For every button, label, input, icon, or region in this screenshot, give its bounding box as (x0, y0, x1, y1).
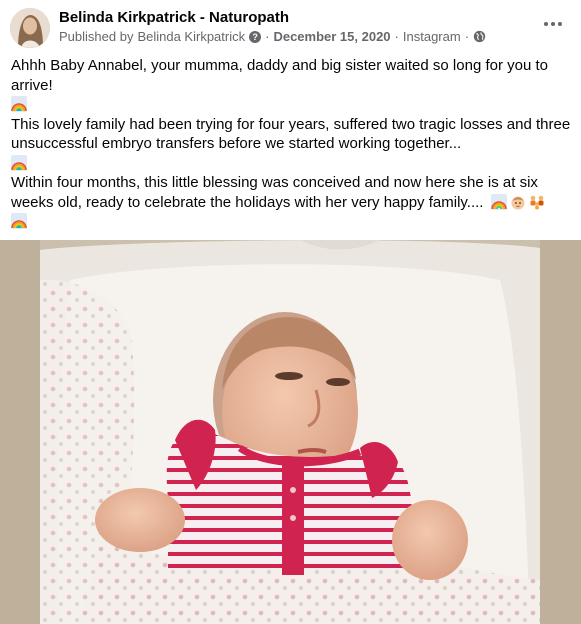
baby-icon (511, 196, 525, 209)
meta-separator: · (265, 29, 270, 44)
published-prefix: Published by (59, 29, 134, 44)
baby-photo-illustration (0, 240, 581, 624)
post-paragraph-2: This lovely family had been trying for f… (11, 115, 571, 153)
post-source: Instagram (402, 29, 461, 44)
post-photo[interactable] (0, 240, 581, 624)
rainbow-icon (11, 96, 27, 112)
more-icon (544, 22, 548, 26)
post-meta: Published by Belinda Kirkpatrick ? · Dec… (59, 29, 486, 44)
meta-separator: · (394, 29, 399, 44)
question-icon[interactable]: ? (249, 30, 262, 43)
avatar[interactable] (10, 8, 50, 48)
author-name[interactable]: Belinda Kirkpatrick - Naturopath (59, 9, 289, 26)
post-header: Belinda Kirkpatrick - Naturopath Publish… (0, 0, 581, 52)
meta-separator: · (464, 29, 470, 44)
rainbow-icon (490, 193, 507, 210)
family-icon (530, 195, 544, 209)
post-body: Ahhh Baby Annabel, your mumma, daddy and… (11, 56, 571, 232)
publisher-link[interactable]: Belinda Kirkpatrick (137, 29, 245, 44)
more-options-button[interactable] (539, 14, 567, 34)
globe-icon[interactable] (473, 30, 486, 43)
rainbow-icon (11, 154, 27, 171)
post-date[interactable]: December 15, 2020 (273, 29, 390, 44)
post-paragraph-3: Within four months, this little blessing… (11, 173, 571, 212)
post-paragraph-1: Ahhh Baby Annabel, your mumma, daddy and… (11, 57, 548, 94)
rainbow-icon (11, 213, 27, 229)
